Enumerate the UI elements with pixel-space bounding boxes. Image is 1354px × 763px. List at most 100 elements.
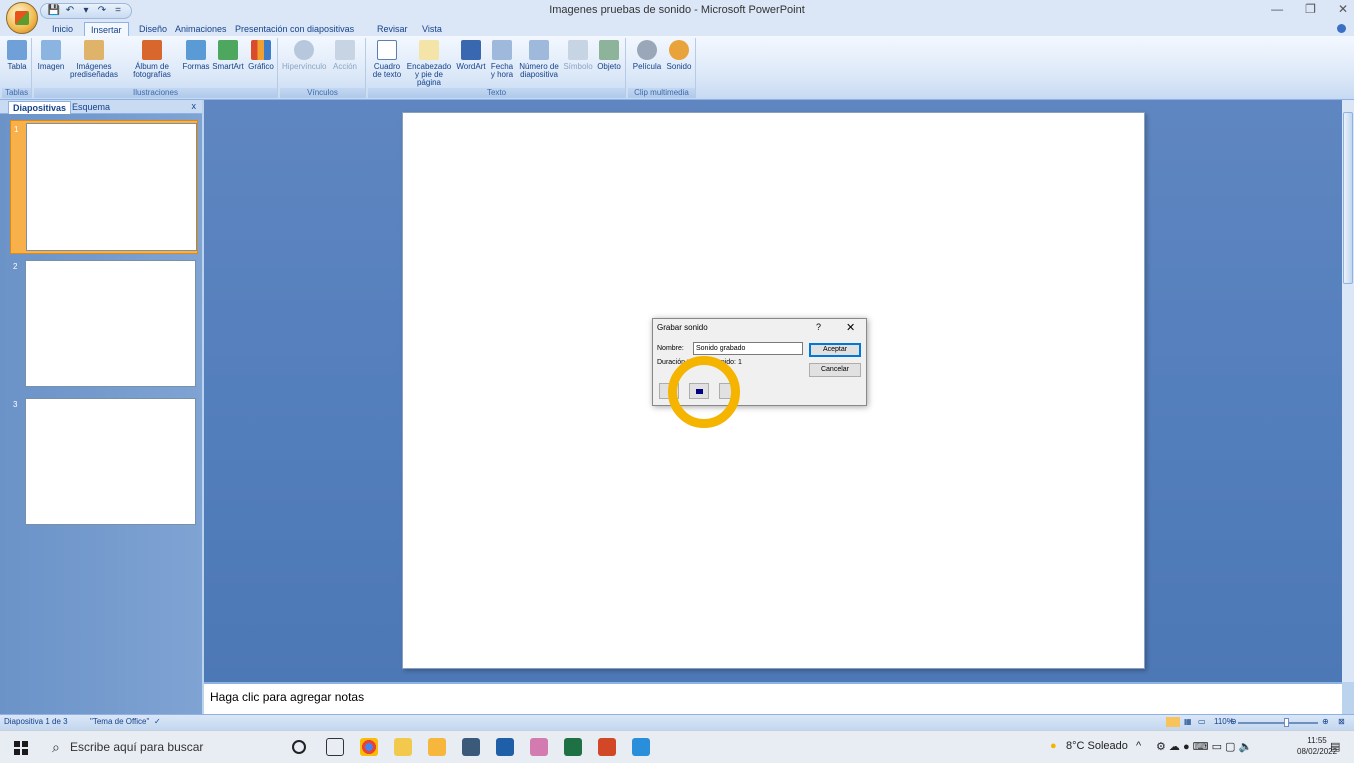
cortana-icon[interactable]	[292, 740, 306, 754]
hipervinculo-button[interactable]: Hipervínculo	[282, 40, 326, 71]
group-label-ilustraciones: Ilustraciones	[34, 88, 277, 98]
search-icon[interactable]: ⌕	[52, 739, 60, 756]
pelicula-button[interactable]: Película	[630, 40, 664, 71]
zoom-in-icon[interactable]: ⊕	[1322, 717, 1329, 726]
numero-diapositiva-button[interactable]: Número de diapositiva	[516, 40, 562, 79]
album-icon	[142, 40, 162, 60]
object-icon	[599, 40, 619, 60]
numero-label: Número de diapositiva	[519, 62, 559, 79]
window-controls: — ❐ ✕	[1271, 2, 1348, 16]
formas-button[interactable]: Formas	[182, 40, 210, 71]
task-view-icon[interactable]	[326, 738, 344, 756]
picture-icon	[41, 40, 61, 60]
tray-chevron-icon[interactable]: ^	[1136, 740, 1141, 752]
slide-number: 2	[13, 262, 18, 271]
excel-icon[interactable]	[564, 738, 582, 756]
tab-diseno[interactable]: Diseño	[139, 22, 167, 36]
group-tablas: Tabla Tablas	[2, 38, 32, 98]
zoom-out-icon[interactable]: ⊖	[1230, 717, 1237, 726]
slide-number-icon	[529, 40, 549, 60]
name-input[interactable]: Sonido grabado	[693, 342, 803, 355]
simbolo-button[interactable]: Símbolo	[562, 40, 594, 71]
tab-insertar[interactable]: Insertar	[84, 22, 129, 36]
panel-close-icon[interactable]: x	[192, 101, 197, 111]
fecha-button[interactable]: Fecha y hora	[488, 40, 516, 79]
accion-button[interactable]: Acción	[328, 40, 362, 71]
dialog-title: Grabar sonido	[657, 323, 708, 332]
tab-vista[interactable]: Vista	[422, 22, 442, 36]
slide-thumbnail-1[interactable]: 1	[10, 120, 198, 254]
tab-diapositivas[interactable]: Diapositivas	[8, 101, 72, 114]
notes-pane[interactable]: Haga clic para agregar notas	[204, 682, 1342, 714]
sonido-button[interactable]: Sonido	[664, 40, 694, 71]
date-time-icon	[492, 40, 512, 60]
ribbon: Tabla Tablas Imagen Imágenes prediseñada…	[0, 36, 1354, 100]
tab-presentacion[interactable]: Presentación con diapositivas	[235, 22, 354, 36]
app-icon[interactable]	[632, 738, 650, 756]
notes-placeholder: Haga clic para agregar notas	[210, 690, 365, 704]
objeto-button[interactable]: Objeto	[594, 40, 624, 71]
dialog-close-button[interactable]: ✕	[846, 321, 855, 334]
grafico-label: Gráfico	[248, 62, 274, 71]
cuadro-texto-button[interactable]: Cuadro de texto	[370, 40, 404, 79]
accion-label: Acción	[332, 62, 357, 71]
slide-thumbnail-2[interactable]: 2	[10, 258, 198, 388]
close-button[interactable]: ✕	[1338, 2, 1348, 16]
minimize-button[interactable]: —	[1271, 2, 1283, 16]
encabezado-label: Encabezado y pie de página	[406, 62, 452, 87]
taskbar-search-input[interactable]: Escribe aquí para buscar	[70, 740, 203, 754]
restore-button[interactable]: ❐	[1305, 2, 1316, 16]
windows-start-icon[interactable]	[14, 741, 28, 755]
slide-preview	[25, 260, 196, 387]
imagenes-prediseñadas-button[interactable]: Imágenes prediseñadas	[66, 40, 122, 79]
status-bar: Diapositiva 1 de 3 "Tema de Office" ✓ ▦ …	[0, 714, 1354, 730]
tray-icons[interactable]: ⚙ ☁ ● ⌨ ▭ ▢ 🔈	[1156, 740, 1252, 753]
scrollbar-thumb[interactable]	[1343, 112, 1353, 284]
photos-icon[interactable]	[496, 738, 514, 756]
album-button[interactable]: Álbum de fotografías	[124, 40, 180, 79]
tab-esquema[interactable]: Esquema	[68, 101, 114, 114]
office-button[interactable]	[6, 2, 38, 34]
ribbon-tabs: Inicio Insertar Diseño Animaciones Prese…	[0, 22, 1354, 36]
tab-inicio[interactable]: Inicio	[52, 22, 73, 36]
vertical-scrollbar[interactable]	[1342, 100, 1354, 682]
calculator-icon[interactable]	[462, 738, 480, 756]
dialog-help-button[interactable]: ?	[816, 322, 821, 332]
folder-icon[interactable]	[428, 738, 446, 756]
zoom-slider[interactable]	[1238, 722, 1318, 724]
tab-revisar[interactable]: Revisar	[377, 22, 408, 36]
tab-animaciones[interactable]: Animaciones	[175, 22, 227, 36]
normal-view-icon[interactable]	[1166, 717, 1180, 727]
weather-text[interactable]: 8°C Soleado	[1066, 740, 1128, 752]
help-icon[interactable]	[1337, 24, 1346, 33]
textbox-icon	[377, 40, 397, 60]
group-label-tablas: Tablas	[2, 88, 31, 98]
grafico-button[interactable]: Gráfico	[246, 40, 276, 71]
name-label: Nombre:	[657, 345, 684, 352]
smartart-button[interactable]: SmartArt	[210, 40, 246, 71]
smartart-icon	[218, 40, 238, 60]
wordart-button[interactable]: WordArt	[454, 40, 488, 71]
imagen-button[interactable]: Imagen	[36, 40, 66, 71]
formas-label: Formas	[182, 62, 210, 71]
slideshow-view-icon[interactable]: ▭	[1198, 717, 1206, 726]
sorter-view-icon[interactable]: ▦	[1184, 717, 1192, 726]
aceptar-button[interactable]: Aceptar	[809, 343, 861, 357]
cancelar-button[interactable]: Cancelar	[809, 363, 861, 377]
tabla-button[interactable]: Tabla	[4, 40, 30, 71]
encabezado-button[interactable]: Encabezado y pie de página	[404, 40, 454, 87]
zoom-slider-knob[interactable]	[1284, 718, 1289, 727]
omega-icon	[568, 40, 588, 60]
slides-panel: Diapositivas Esquema x 1 2 3	[0, 100, 202, 714]
chrome-icon[interactable]	[360, 738, 378, 756]
file-explorer-icon[interactable]	[394, 738, 412, 756]
notifications-icon[interactable]: ▤	[1330, 740, 1340, 753]
powerpoint-icon[interactable]	[598, 738, 616, 756]
spellcheck-icon[interactable]: ✓	[154, 717, 161, 726]
slide-thumbnail-3[interactable]: 3	[10, 396, 198, 526]
fit-window-icon[interactable]: ⊠	[1338, 717, 1345, 726]
group-label-texto: Texto	[368, 88, 625, 98]
paint-icon[interactable]	[530, 738, 548, 756]
objeto-label: Objeto	[597, 62, 621, 71]
wordart-label: WordArt	[456, 62, 486, 71]
